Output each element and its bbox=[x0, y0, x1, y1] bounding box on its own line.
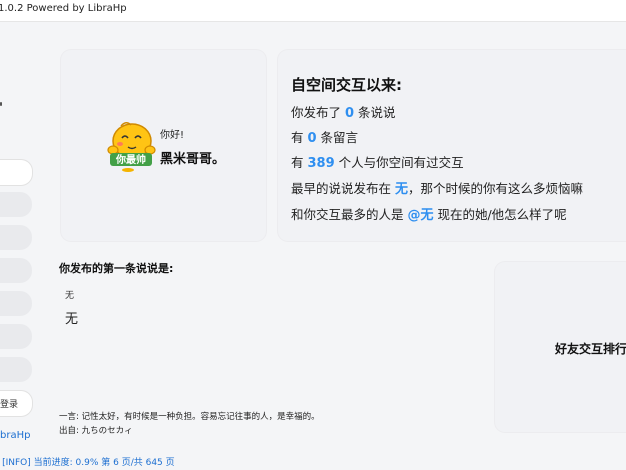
first-post-title: 你发布的第一条说说是: bbox=[59, 262, 174, 275]
stat-line-posts: 你发布了 0 条说说 bbox=[291, 102, 396, 121]
friend-ranking-title: 好友交互排行 bbox=[555, 342, 626, 356]
stats-card: 自空间交互以来: 你发布了 0 条说说 有 0 条留言 有 389 个人与你空间… bbox=[278, 50, 626, 241]
stat-text: 现在的她/他怎么样了呢 bbox=[433, 207, 567, 222]
profile-greeting: 你好! bbox=[160, 130, 185, 141]
sidebar-login-label: 登录 bbox=[0, 400, 19, 410]
stat-text: 条说说 bbox=[354, 105, 396, 120]
first-post-content: 无 bbox=[65, 312, 79, 327]
quote-source: 出自: 九ちのセカィ bbox=[59, 426, 133, 436]
sidebar-mark bbox=[0, 102, 2, 106]
sidebar-item-2[interactable] bbox=[0, 192, 32, 217]
stat-text: 条留言 bbox=[316, 130, 359, 145]
stat-line-messages: 有 0 条留言 bbox=[291, 127, 358, 146]
stat-messages-value: 0 bbox=[307, 131, 317, 146]
status-text: - [INFO] 当前进度: 0.9% 第 6 页/共 645 页 bbox=[0, 458, 175, 468]
profile-nickname: 黑米哥哥。 bbox=[160, 152, 226, 167]
quote-text: 一言: 记性太好，有时候是一种负担。容易忘记往事的人，是幸福的。 bbox=[59, 412, 320, 422]
sidebar-login-button[interactable]: 登录 bbox=[0, 390, 33, 417]
stat-text: 有 bbox=[291, 130, 308, 145]
stats-title: 自空间交互以来: bbox=[291, 76, 402, 94]
stat-earliest-value: 无 bbox=[394, 182, 408, 197]
stat-line-top-friend: 和你交互最多的人是 @无 现在的她/他怎么样了呢 bbox=[291, 204, 567, 223]
stat-line-visitors: 有 389 个人与你空间有过交互 bbox=[291, 152, 464, 171]
sidebar-item-5[interactable] bbox=[0, 291, 32, 316]
sidebar-item-1[interactable] bbox=[0, 159, 33, 186]
first-post-meta: 无 bbox=[65, 291, 75, 301]
stat-top-friend-value[interactable]: @无 bbox=[407, 208, 433, 223]
sidebar-item-6[interactable] bbox=[0, 324, 32, 349]
sidebar-item-4[interactable] bbox=[0, 258, 32, 283]
stat-line-earliest: 最早的说说发布在 无，那个时候的你有这么多烦恼嘛 bbox=[291, 178, 583, 197]
window-title: 1.0.2 Powered by LibraHp bbox=[0, 3, 127, 14]
sidebar: 登录 bbox=[0, 22, 40, 452]
status-bar: - [INFO] 当前进度: 0.9% 第 6 页/共 645 页 bbox=[0, 452, 626, 470]
sidebar-brand: braHp bbox=[0, 430, 31, 441]
smiley-emoji-icon: 你最帅 bbox=[107, 122, 156, 172]
sidebar-item-3[interactable] bbox=[0, 225, 32, 250]
stat-visitors-value: 389 bbox=[307, 156, 335, 171]
stat-text: 个人与你空间有过交互 bbox=[334, 155, 464, 170]
avatar-badge-text: 你最帅 bbox=[115, 153, 146, 166]
stat-text: 有 bbox=[291, 155, 308, 170]
stat-text: 你发布了 bbox=[291, 105, 345, 120]
stat-text: ，那个时候的你有这么多烦恼嘛 bbox=[408, 181, 584, 196]
stat-posts-value: 0 bbox=[344, 106, 355, 121]
window-titlebar: 1.0.2 Powered by LibraHp bbox=[0, 0, 626, 22]
sidebar-item-7[interactable] bbox=[0, 357, 32, 382]
stat-text: 最早的说说发布在 bbox=[291, 181, 395, 196]
stat-text: 和你交互最多的人是 bbox=[291, 207, 408, 222]
friend-ranking-card: 好友交互排行 bbox=[495, 262, 626, 432]
profile-card: 你最帅 你好! 黑米哥哥。 bbox=[61, 50, 266, 241]
